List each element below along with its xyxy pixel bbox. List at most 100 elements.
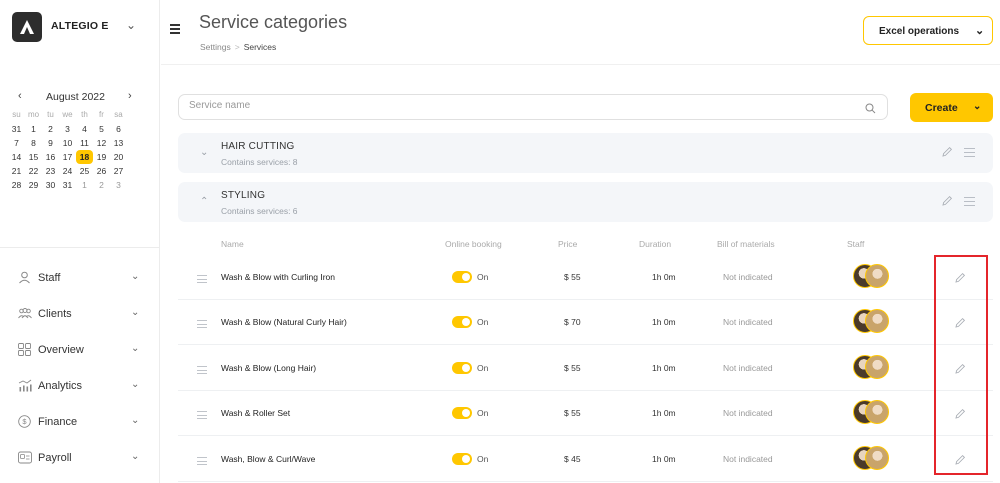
avatar — [865, 355, 889, 379]
calendar-week: 31 1 2 3 4 5 6 — [8, 122, 152, 136]
calendar-prev-button[interactable]: ‹ — [18, 90, 22, 102]
calendar-day[interactable]: 31 — [59, 178, 76, 192]
group-icon — [18, 307, 32, 321]
person-icon — [18, 271, 32, 285]
pencil-icon[interactable] — [954, 271, 966, 283]
calendar-day[interactable]: 7 — [8, 136, 25, 150]
weekday-label: fr — [99, 110, 104, 119]
category-name: HAIR CUTTING — [221, 141, 295, 152]
calendar-day[interactable]: 10 — [59, 136, 76, 150]
chevron-down-icon: ⌄ — [131, 307, 140, 318]
calendar-day[interactable]: 24 — [59, 164, 76, 178]
chevron-up-icon[interactable]: ⌃ — [200, 196, 208, 207]
calendar-day[interactable]: 17 — [59, 150, 76, 164]
drag-handle-icon[interactable] — [964, 197, 975, 207]
calendar-day[interactable]: 2 — [42, 122, 59, 136]
calendar-day[interactable]: 12 — [93, 136, 110, 150]
sidebar-item-clients[interactable]: Clients ⌄ — [18, 304, 148, 324]
staff-avatars — [853, 309, 893, 335]
pencil-icon[interactable] — [954, 362, 966, 374]
drag-handle-icon[interactable] — [197, 411, 208, 422]
chevron-down-icon[interactable]: ⌄ — [200, 147, 208, 158]
sidebar-item-finance[interactable]: $ Finance ⌄ — [18, 412, 148, 432]
calendar-day[interactable]: 4 — [76, 122, 93, 136]
calendar-day[interactable]: 9 — [42, 136, 59, 150]
table-row[interactable]: Wash & Blow (Natural Curly Hair) On $ 70… — [178, 300, 993, 345]
online-booking-toggle[interactable] — [452, 407, 472, 419]
calendar-day[interactable]: 15 — [25, 150, 42, 164]
staff-avatars — [853, 355, 893, 381]
brand-switcher[interactable]: ALTEGIO E ⌄ — [12, 12, 152, 48]
create-button[interactable]: Create ⌄ — [910, 93, 993, 122]
sidebar-item-payroll[interactable]: Payroll ⌄ — [18, 448, 148, 468]
hamburger-menu-icon[interactable] — [170, 24, 180, 34]
sidebar-item-label: Payroll — [38, 452, 72, 464]
drag-handle-icon[interactable] — [964, 148, 975, 158]
calendar-day[interactable]: 28 — [8, 178, 25, 192]
drag-handle-icon[interactable] — [197, 366, 208, 377]
calendar-day[interactable]: 13 — [110, 136, 127, 150]
pencil-icon[interactable] — [954, 453, 966, 465]
calendar-day[interactable]: 20 — [110, 150, 127, 164]
service-duration: 1h 0m — [652, 272, 676, 282]
sidebar-item-staff[interactable]: Staff ⌄ — [18, 268, 148, 288]
category-styling[interactable]: ⌃ STYLING Contains services: 6 — [178, 182, 993, 222]
pencil-icon[interactable] — [954, 407, 966, 419]
service-name: Wash & Roller Set — [221, 408, 291, 418]
service-duration: 1h 0m — [652, 363, 676, 373]
calendar-day[interactable]: 19 — [93, 150, 110, 164]
search-input[interactable] — [189, 100, 789, 111]
calendar-day[interactable]: 6 — [110, 122, 127, 136]
drag-handle-icon[interactable] — [197, 320, 208, 331]
calendar-day[interactable]: 30 — [42, 178, 59, 192]
staff-avatars — [853, 446, 893, 472]
calendar-day[interactable]: 31 — [8, 122, 25, 136]
header-divider — [161, 64, 1000, 65]
calendar-day[interactable]: 14 — [8, 150, 25, 164]
service-price: $ 55 — [564, 408, 581, 418]
online-booking-toggle[interactable] — [452, 453, 472, 465]
category-hair-cutting[interactable]: ⌄ HAIR CUTTING Contains services: 8 — [178, 133, 993, 173]
calendar-day[interactable]: 21 — [8, 164, 25, 178]
drag-handle-icon[interactable] — [197, 275, 208, 286]
service-duration: 1h 0m — [652, 317, 676, 327]
sidebar-item-overview[interactable]: Overview ⌄ — [18, 340, 148, 360]
calendar-day[interactable]: 23 — [42, 164, 59, 178]
pencil-icon[interactable] — [941, 145, 953, 157]
table-row[interactable]: Wash & Blow with Curling Iron On $ 55 1h… — [178, 255, 993, 300]
drag-handle-icon[interactable] — [197, 457, 208, 468]
payroll-icon — [18, 451, 32, 465]
online-booking-toggle[interactable] — [452, 362, 472, 374]
online-booking-toggle[interactable] — [452, 316, 472, 328]
online-booking-toggle[interactable] — [452, 271, 472, 283]
bill-of-materials: Not indicated — [723, 454, 773, 464]
table-row[interactable]: Wash & Blow (Long Hair) On $ 55 1h 0m No… — [178, 346, 993, 391]
calendar-day[interactable]: 29 — [25, 178, 42, 192]
pencil-icon[interactable] — [941, 194, 953, 206]
calendar-weekday-row: su mo tu we th fr sa — [8, 108, 152, 122]
breadcrumb-link-settings[interactable]: Settings — [200, 42, 231, 52]
calendar-day[interactable]: 27 — [110, 164, 127, 178]
dollar-circle-icon: $ — [18, 415, 32, 429]
calendar-day[interactable]: 25 — [76, 164, 93, 178]
sidebar-item-analytics[interactable]: Analytics ⌄ — [18, 376, 148, 396]
calendar-day[interactable]: 1 — [76, 178, 93, 192]
calendar-next-button[interactable]: › — [128, 90, 132, 102]
table-row[interactable]: Wash, Blow & Curl/Wave On $ 45 1h 0m Not… — [178, 437, 993, 482]
pencil-icon[interactable] — [954, 316, 966, 328]
calendar-day[interactable]: 1 — [25, 122, 42, 136]
table-row[interactable]: Wash & Roller Set On $ 55 1h 0m Not indi… — [178, 391, 993, 436]
calendar-day-selected[interactable]: 18 — [76, 150, 93, 164]
calendar-day[interactable]: 2 — [93, 178, 110, 192]
calendar-day[interactable]: 3 — [59, 122, 76, 136]
calendar-day[interactable]: 22 — [25, 164, 42, 178]
excel-operations-button[interactable]: Excel operations ⌄ — [863, 16, 993, 45]
calendar-day[interactable]: 16 — [42, 150, 59, 164]
calendar-day[interactable]: 11 — [76, 136, 93, 150]
calendar-day[interactable]: 5 — [93, 122, 110, 136]
search-icon[interactable] — [865, 101, 877, 114]
calendar-day[interactable]: 8 — [25, 136, 42, 150]
calendar-day[interactable]: 3 — [110, 178, 127, 192]
bill-of-materials: Not indicated — [723, 363, 773, 373]
calendar-day[interactable]: 26 — [93, 164, 110, 178]
